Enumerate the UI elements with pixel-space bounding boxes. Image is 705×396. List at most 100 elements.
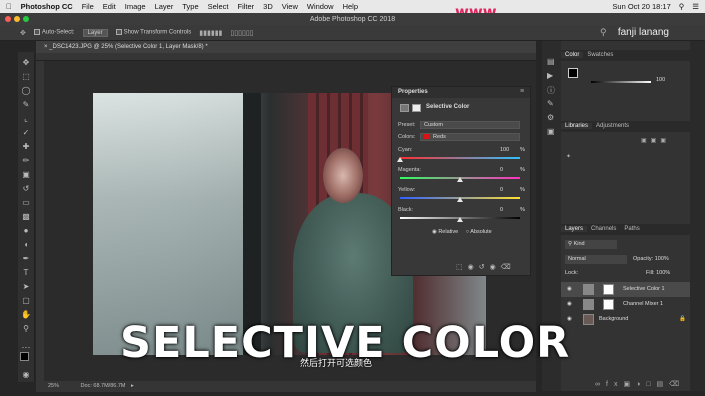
fx-icon[interactable]: fx	[606, 381, 623, 388]
auto-select-checkbox[interactable]: Auto-Select:	[33, 29, 75, 36]
user-account[interactable]: fanji lanang	[618, 27, 669, 38]
edit-toolbar-icon[interactable]: ⋯	[21, 342, 31, 352]
menu-select[interactable]: Select	[208, 2, 229, 11]
magenta-value[interactable]: 0	[500, 167, 503, 173]
menu-layer[interactable]: Layer	[155, 2, 174, 11]
move-tool-icon[interactable]: ✥	[20, 29, 26, 37]
tool-presets-icon[interactable]: ⚙	[547, 113, 554, 122]
reset-icon[interactable]: ↺	[479, 264, 490, 271]
new-adjustment-icon[interactable]: ◑	[636, 381, 646, 388]
menu-window[interactable]: Window	[307, 2, 334, 11]
tab-adjustments[interactable]: Adjustments	[592, 123, 633, 129]
magenta-slider-knob[interactable]	[457, 177, 463, 182]
clip-to-layer-icon[interactable]: ⬚	[456, 264, 468, 271]
menu-file[interactable]: File	[82, 2, 94, 11]
show-transform-checkbox[interactable]: Show Transform Controls	[115, 29, 191, 36]
eyedropper-tool-icon[interactable]: ✓	[21, 128, 31, 138]
menu-type[interactable]: Type	[182, 2, 198, 11]
mask-thumb[interactable]	[603, 284, 614, 295]
color-value[interactable]: 100	[656, 77, 665, 83]
layer-row[interactable]: ◉ Selective Color 1	[561, 282, 690, 297]
opacity-control[interactable]: Opacity: 100%	[633, 256, 669, 262]
distribute-icons[interactable]: ▯▯▯▯▯▯	[230, 29, 253, 37]
adjustment-icons[interactable]: ▣▣▣	[641, 137, 670, 144]
type-tool-icon[interactable]: T	[21, 268, 31, 278]
lasso-tool-icon[interactable]: ◯	[21, 86, 31, 96]
absolute-radio[interactable]: ○ Absolute	[466, 229, 492, 235]
brush-tool-icon[interactable]: ✏	[21, 156, 31, 166]
menu-filter[interactable]: Filter	[237, 2, 254, 11]
status-arrow-icon[interactable]: ▸	[131, 383, 134, 389]
clone-source-icon[interactable]: ▣	[547, 127, 555, 136]
new-layer-icon[interactable]: ▤	[657, 381, 670, 388]
preset-dropdown[interactable]: Custom	[420, 121, 520, 129]
panel-scrollbar[interactable]	[690, 41, 705, 391]
menu-app[interactable]: Photoshop CC	[21, 2, 73, 11]
cyan-slider[interactable]	[400, 157, 520, 159]
doc-info[interactable]: Doc: 68.7M/86.7M	[81, 383, 126, 389]
toggle-visibility-icon[interactable]: ◉	[490, 264, 501, 271]
tab-swatches[interactable]: Swatches	[583, 52, 617, 58]
search-icon[interactable]: ⚲	[679, 2, 685, 11]
kind-filter-dropdown[interactable]: ⚲ Kind	[565, 240, 617, 249]
tab-paths[interactable]: Paths	[620, 226, 643, 232]
marquee-tool-icon[interactable]: ⬚	[21, 72, 31, 82]
mask-icon[interactable]	[412, 104, 421, 112]
link-icon[interactable]: ∞	[595, 381, 606, 388]
quick-select-tool-icon[interactable]: ✎	[21, 100, 31, 110]
visibility-eye-icon[interactable]: ◉	[567, 297, 572, 312]
brightness-slider[interactable]	[591, 81, 651, 83]
history-icon[interactable]: ▤	[547, 57, 555, 66]
cyan-value[interactable]: 100	[500, 147, 509, 153]
align-icons[interactable]: ▮▮▮▮▮▮	[199, 29, 222, 37]
add-mask-icon[interactable]: ▣	[623, 381, 636, 388]
document-tab[interactable]: × _DSC1423.JPG @ 25% (Selective Color 1,…	[36, 41, 536, 53]
relative-radio[interactable]: ◉ Relative	[432, 229, 458, 235]
delete-icon[interactable]: ⌫	[501, 264, 516, 271]
yellow-value[interactable]: 0	[500, 187, 503, 193]
zoom-level[interactable]: 25%	[48, 383, 59, 389]
trash-icon[interactable]: ⌫	[669, 381, 685, 388]
brush-panel-icon[interactable]: ✎	[547, 99, 554, 108]
black-value[interactable]: 0	[500, 207, 503, 213]
visibility-eye-icon[interactable]: ◉	[567, 282, 572, 297]
tab-channels[interactable]: Channels	[587, 226, 620, 232]
color-fg-swatch[interactable]	[568, 68, 578, 78]
panel-menu-icon[interactable]: ≡	[520, 88, 524, 95]
move-tool-icon[interactable]: ✥	[21, 58, 31, 68]
layer-row[interactable]: ◉ Channel Mixer 1	[561, 297, 690, 312]
actions-icon[interactable]: ▶	[547, 71, 553, 80]
blur-tool-icon[interactable]: ●	[21, 226, 31, 236]
fill-control[interactable]: Fill: 100%	[646, 270, 670, 276]
menu-list-icon[interactable]: ☰	[692, 2, 699, 11]
view-previous-icon[interactable]: ◉	[468, 264, 479, 271]
mask-thumb[interactable]	[603, 299, 614, 310]
crop-tool-icon[interactable]: ⌞	[21, 114, 31, 124]
quick-mask-icon[interactable]: ◉	[21, 370, 31, 380]
tab-layers[interactable]: Layers	[561, 226, 588, 232]
eraser-tool-icon[interactable]: ▭	[21, 198, 31, 208]
stamp-tool-icon[interactable]: ▣	[21, 170, 31, 180]
new-group-icon[interactable]: □	[646, 381, 656, 388]
menu-help[interactable]: Help	[343, 2, 358, 11]
menu-edit[interactable]: Edit	[103, 2, 116, 11]
colors-dropdown[interactable]: Reds	[420, 133, 520, 141]
history-brush-tool-icon[interactable]: ↺	[21, 184, 31, 194]
tab-color[interactable]: Color	[561, 52, 584, 58]
yellow-slider-knob[interactable]	[457, 197, 463, 202]
hand-tool-icon[interactable]: ✋	[21, 310, 31, 320]
search-icon[interactable]: ⚲	[600, 27, 607, 38]
menu-3d[interactable]: 3D	[263, 2, 273, 11]
black-slider-knob[interactable]	[457, 217, 463, 222]
cc-library-icon[interactable]: ✦	[566, 153, 571, 160]
auto-select-dropdown[interactable]: Layer	[82, 28, 108, 37]
healing-tool-icon[interactable]: ✚	[21, 142, 31, 152]
pen-tool-icon[interactable]: ✒	[21, 254, 31, 264]
zoom-tool-icon[interactable]: ⚲	[21, 324, 31, 334]
menu-view[interactable]: View	[282, 2, 298, 11]
blend-mode-dropdown[interactable]: Normal	[565, 255, 627, 264]
menu-image[interactable]: Image	[125, 2, 146, 11]
path-select-tool-icon[interactable]: ➤	[21, 282, 31, 292]
gradient-tool-icon[interactable]: ▩	[21, 212, 31, 222]
tab-libraries[interactable]: Libraries	[561, 123, 593, 129]
